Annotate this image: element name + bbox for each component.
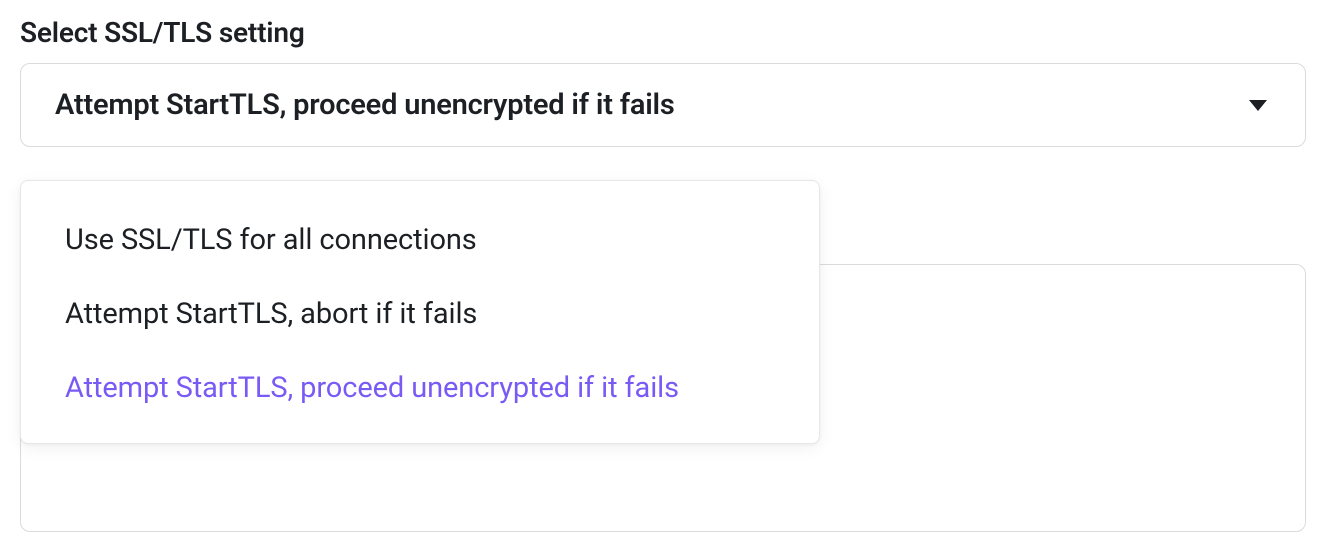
- ssl-tls-select[interactable]: Attempt StartTLS, proceed unencrypted if…: [20, 63, 1306, 147]
- ssl-tls-dropdown-menu: Use SSL/TLS for all connections Attempt …: [20, 180, 820, 444]
- select-value: Attempt StartTLS, proceed unencrypted if…: [55, 88, 675, 122]
- chevron-down-icon: [1249, 100, 1267, 111]
- dropdown-option-starttls-proceed[interactable]: Attempt StartTLS, proceed unencrypted if…: [21, 351, 819, 425]
- dropdown-option-starttls-abort[interactable]: Attempt StartTLS, abort if it fails: [21, 277, 819, 351]
- dropdown-option-use-ssl-tls[interactable]: Use SSL/TLS for all connections: [21, 203, 819, 277]
- field-label: Select SSL/TLS setting: [20, 16, 1306, 49]
